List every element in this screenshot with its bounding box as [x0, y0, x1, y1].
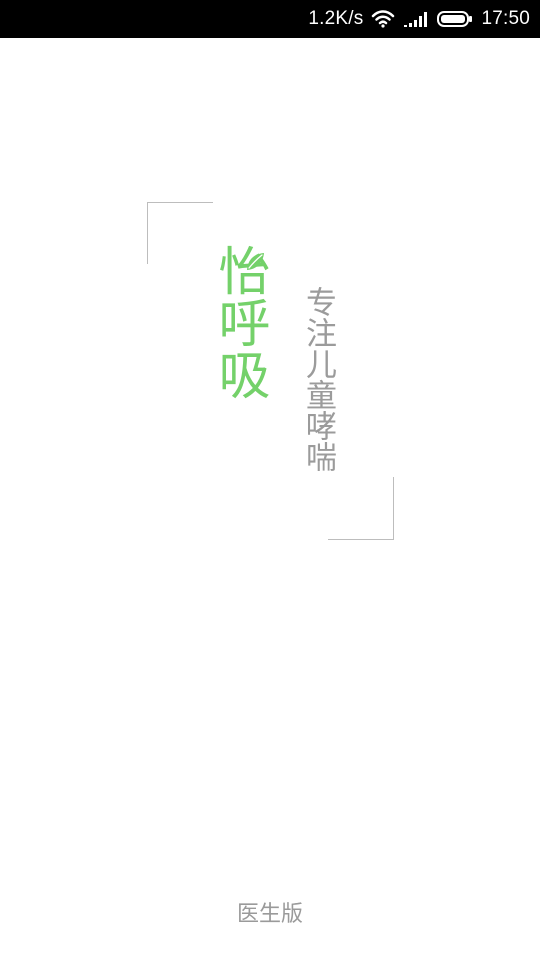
status-bar: 1.2K/s 17:50: [0, 0, 540, 38]
frame-corner-top-left: [147, 202, 213, 264]
splash-screen: 1.2K/s 17:50 怡呼吸 专注儿童哮喘 医生版: [0, 0, 540, 960]
leaf-icon: [247, 253, 264, 270]
frame-corner-bottom-right: [328, 477, 394, 540]
network-speed: 1.2K/s: [308, 8, 364, 29]
clock: 17:50: [481, 8, 530, 29]
app-tagline: 专注儿童哮喘: [300, 286, 336, 472]
battery-icon: [437, 10, 473, 28]
status-icons: 1.2K/s 17:50: [308, 0, 530, 38]
signal-icon: [403, 10, 429, 28]
wifi-icon: [371, 9, 395, 29]
edition-label: 医生版: [236, 902, 303, 927]
